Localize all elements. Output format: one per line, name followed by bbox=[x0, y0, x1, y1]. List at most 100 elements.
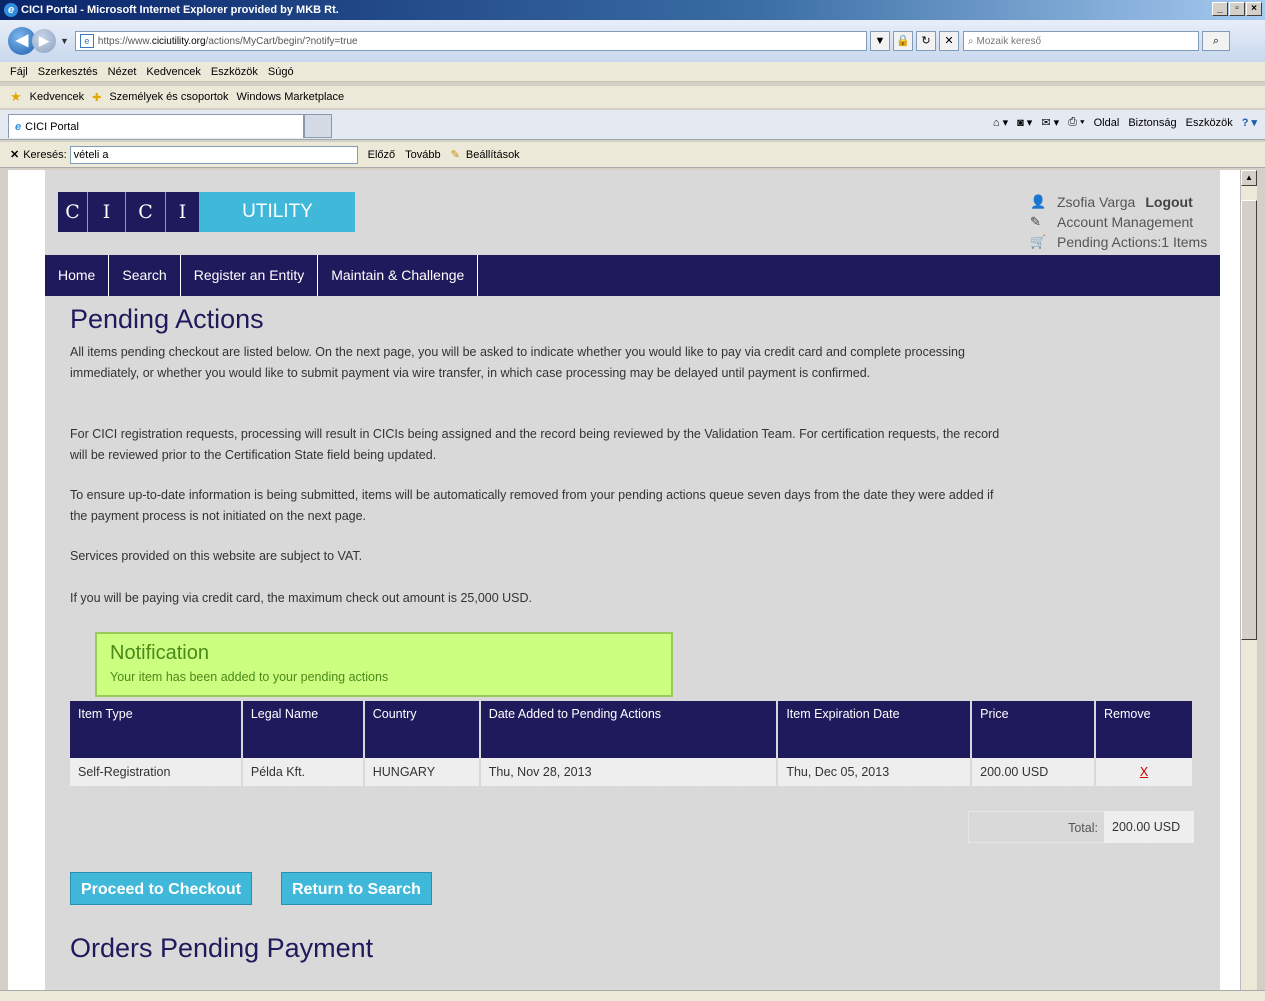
feeds-icon[interactable]: ◙ ▾ bbox=[1017, 116, 1032, 129]
stop-button[interactable]: ✕ bbox=[938, 31, 959, 51]
intro-paragraph: All items pending checkout are listed be… bbox=[70, 345, 965, 380]
total-value: 200.00 USD bbox=[1104, 811, 1194, 843]
tab-cici-portal[interactable]: e CICI Portal bbox=[8, 114, 304, 138]
help-icon[interactable]: ? ▾ bbox=[1242, 116, 1257, 129]
find-prev-button[interactable]: Előző bbox=[368, 149, 396, 161]
notification-title: Notification bbox=[110, 642, 209, 664]
account-management-link[interactable]: Account Management bbox=[1057, 212, 1193, 232]
print-icon[interactable]: ⎙ ▾ bbox=[1068, 116, 1084, 129]
menu-bar: Fájl Szerkesztés Nézet Kedvencek Eszközö… bbox=[0, 62, 1265, 82]
header-date-added: Date Added to Pending Actions bbox=[479, 701, 779, 758]
vertical-scrollbar[interactable]: ▲ bbox=[1240, 170, 1257, 990]
menu-view[interactable]: Nézet bbox=[108, 66, 137, 78]
find-bar: ✕ Keresés: vételi a Előző Tovább ✎ Beáll… bbox=[0, 142, 1265, 168]
favorites-button[interactable]: Kedvencek bbox=[30, 91, 84, 103]
pending-actions-link[interactable]: Pending Actions:1 Items bbox=[1057, 232, 1207, 252]
notification-box: Notification Your item has been added to… bbox=[95, 632, 673, 697]
window-title: CICI Portal - Microsoft Internet Explore… bbox=[21, 4, 339, 16]
window-controls: _ ▫ × bbox=[1212, 2, 1262, 16]
notification-message: Your item has been added to your pending… bbox=[110, 670, 389, 684]
cell-expiration: Thu, Dec 05, 2013 bbox=[777, 758, 973, 786]
table-header-row: Item Type Legal Name Country Date Added … bbox=[70, 701, 1194, 758]
refresh-button[interactable]: ↻ bbox=[915, 31, 936, 51]
history-dropdown-icon[interactable]: ▼ bbox=[60, 36, 69, 46]
page-menu[interactable]: Oldal bbox=[1094, 117, 1120, 129]
remove-item-link[interactable]: X bbox=[1140, 765, 1148, 779]
menu-help[interactable]: Súgó bbox=[268, 66, 294, 78]
search-go-button[interactable]: ⌕ bbox=[1201, 31, 1230, 51]
find-input[interactable]: vételi a bbox=[69, 145, 358, 164]
favorite-link-groups[interactable]: Személyek és csoportok bbox=[109, 91, 228, 103]
scroll-up-icon[interactable]: ▲ bbox=[1241, 170, 1257, 186]
window-titlebar: e CICI Portal - Microsoft Internet Explo… bbox=[0, 0, 1265, 20]
menu-favorites[interactable]: Kedvencek bbox=[146, 66, 200, 78]
orders-pending-title: Orders Pending Payment bbox=[70, 933, 374, 963]
header-item-type: Item Type bbox=[70, 701, 243, 758]
nav-home[interactable]: Home bbox=[45, 255, 110, 296]
cell-date-added: Thu, Nov 28, 2013 bbox=[479, 758, 779, 786]
registration-paragraph: For CICI registration requests, processi… bbox=[70, 427, 1000, 462]
menu-edit[interactable]: Szerkesztés bbox=[38, 66, 98, 78]
logo-utility: UTILITY bbox=[200, 192, 355, 232]
favorites-bar: ★ Kedvencek ✚ Személyek és csoportok Win… bbox=[0, 86, 1265, 108]
browser-viewport: C I C I UTILITY 👤 Zsofia Varga Logout ✎ … bbox=[8, 170, 1240, 990]
header-remove: Remove bbox=[1095, 701, 1194, 758]
cell-item-type: Self-Registration bbox=[70, 758, 243, 786]
nav-maintain-challenge[interactable]: Maintain & Challenge bbox=[318, 255, 479, 296]
logo-letter: C bbox=[58, 192, 88, 232]
cici-logo[interactable]: C I C I UTILITY bbox=[58, 192, 355, 232]
search-placeholder: Mozaik kereső bbox=[976, 35, 1041, 47]
logo-letter: I bbox=[166, 192, 200, 232]
tools-menu[interactable]: Eszközök bbox=[1186, 117, 1233, 129]
favorite-link-marketplace[interactable]: Windows Marketplace bbox=[237, 91, 345, 103]
pending-items-table: Item Type Legal Name Country Date Added … bbox=[70, 701, 1194, 786]
cell-legal-name: Példa Kft. bbox=[241, 758, 365, 786]
minimize-button[interactable]: _ bbox=[1212, 2, 1228, 16]
expiry-paragraph: To ensure up-to-date information is bein… bbox=[70, 488, 994, 523]
main-nav: Home Search Register an Entity Maintain … bbox=[45, 255, 1220, 296]
security-menu[interactable]: Biztonság bbox=[1128, 117, 1176, 129]
total-box: Total: 200.00 USD bbox=[968, 811, 1194, 843]
scroll-thumb[interactable] bbox=[1241, 200, 1257, 640]
menu-tools[interactable]: Eszközök bbox=[211, 66, 258, 78]
user-icon: 👤 bbox=[1030, 194, 1047, 209]
find-next-button[interactable]: Tovább bbox=[405, 149, 440, 161]
logout-link[interactable]: Logout bbox=[1145, 192, 1192, 212]
restore-button[interactable]: ▫ bbox=[1229, 2, 1245, 16]
user-name: Zsofia Varga bbox=[1057, 194, 1136, 210]
nav-register-entity[interactable]: Register an Entity bbox=[181, 255, 319, 296]
forward-button[interactable]: ▶ bbox=[32, 29, 56, 53]
address-bar[interactable]: e https://www. ciciutility.org/actions/My… bbox=[74, 31, 867, 51]
cell-remove: X bbox=[1095, 758, 1194, 786]
table-row: Self-Registration Példa Kft. HUNGARY Thu… bbox=[70, 758, 1194, 786]
tab-bar: e CICI Portal ⌂ ▾ ◙ ▾ ✉ ▾ ⎙ ▾ Oldal Bizt… bbox=[0, 110, 1265, 140]
pencil-icon: ✎ bbox=[1030, 214, 1041, 229]
lock-icon[interactable]: 🔒 bbox=[892, 31, 913, 51]
page-title: Pending Actions bbox=[70, 304, 264, 334]
cell-country: HUNGARY bbox=[363, 758, 481, 786]
highlight-icon[interactable]: ✎ bbox=[451, 148, 460, 161]
address-domain: ciciutility.org bbox=[151, 35, 206, 47]
address-path: /actions/MyCart/begin/?notify=true bbox=[205, 35, 358, 47]
address-dropdown-button[interactable]: ▼ bbox=[869, 31, 890, 51]
find-label: Keresés: bbox=[23, 148, 67, 161]
search-input[interactable]: ⌕ Mozaik kereső bbox=[962, 31, 1199, 51]
menu-file[interactable]: Fájl bbox=[10, 66, 28, 78]
logo-letter: C bbox=[126, 192, 166, 232]
mail-icon[interactable]: ✉ ▾ bbox=[1041, 116, 1059, 129]
home-icon[interactable]: ⌂ ▾ bbox=[993, 116, 1008, 129]
close-button[interactable]: × bbox=[1246, 2, 1262, 16]
find-options-button[interactable]: Beállítások bbox=[466, 149, 520, 161]
add-favorite-icon[interactable]: ✚ bbox=[92, 91, 101, 104]
header-country: Country bbox=[363, 701, 481, 758]
ie-logo-icon: e bbox=[4, 3, 18, 17]
return-search-button[interactable]: Return to Search bbox=[281, 872, 432, 905]
page-icon: e bbox=[79, 34, 94, 48]
proceed-checkout-button[interactable]: Proceed to Checkout bbox=[70, 872, 253, 905]
close-find-icon[interactable]: ✕ bbox=[10, 148, 19, 161]
nav-search[interactable]: Search bbox=[109, 255, 181, 296]
tab-ie-icon: e bbox=[15, 120, 22, 133]
tab-title: CICI Portal bbox=[25, 120, 79, 133]
new-tab-button[interactable] bbox=[304, 114, 332, 138]
cart-icon: 🛒 bbox=[1030, 234, 1047, 249]
